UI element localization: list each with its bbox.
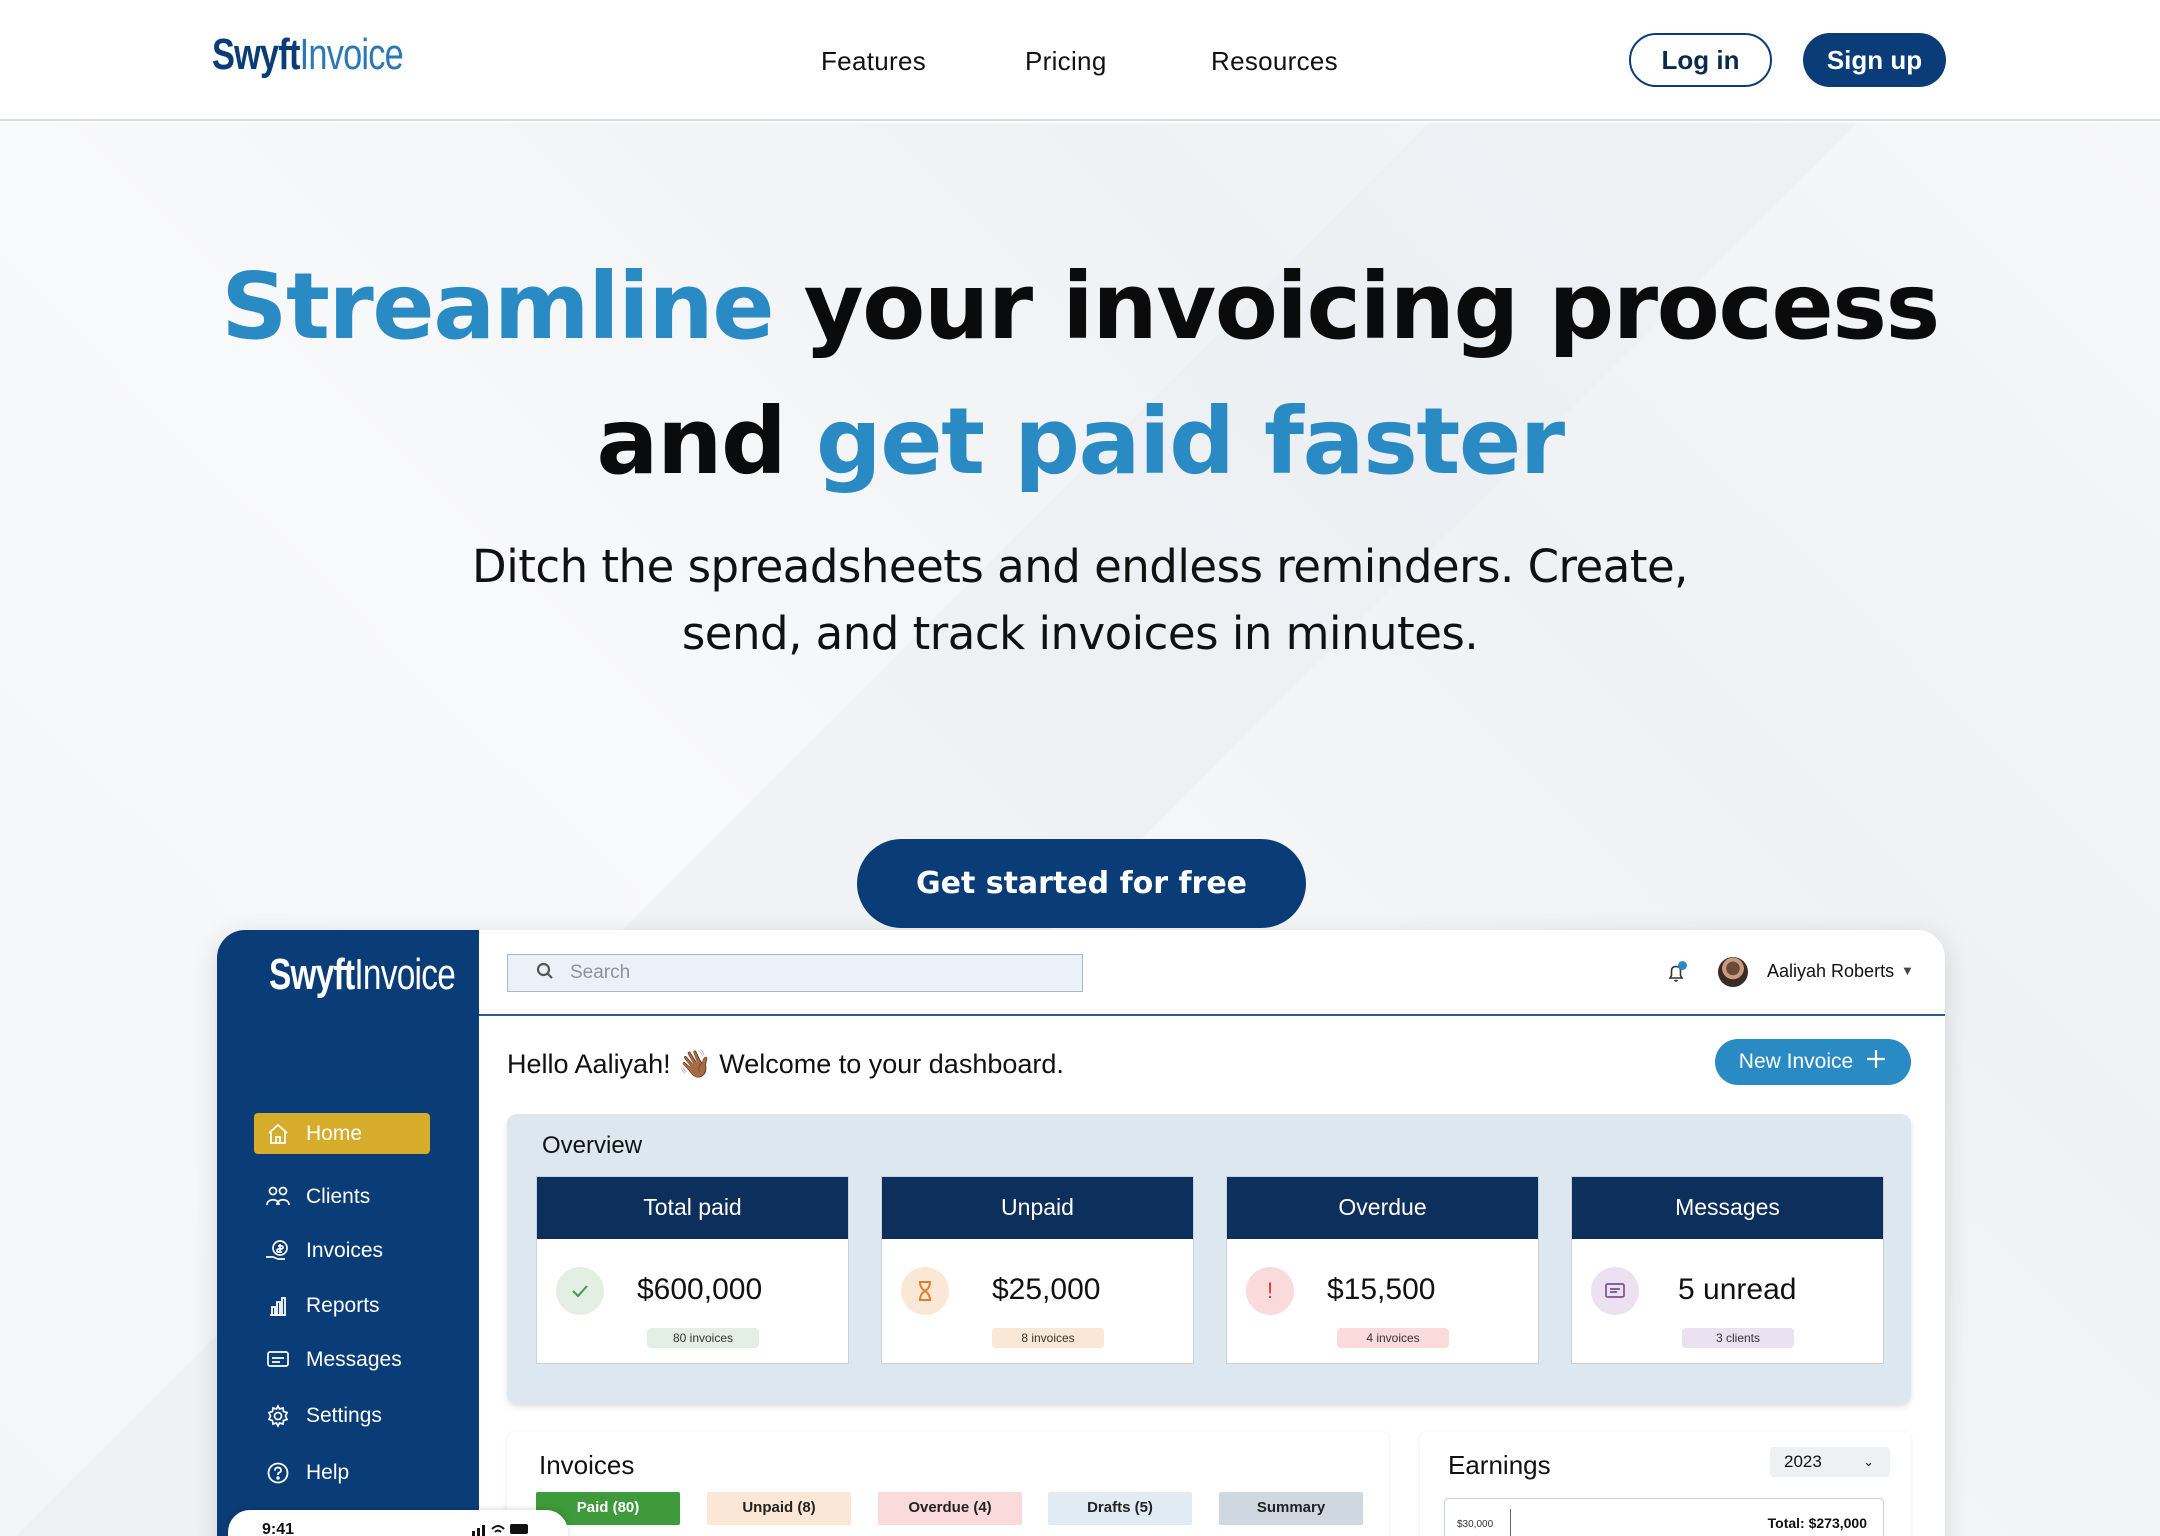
earnings-total: Total: $273,000 <box>1767 1515 1867 1531</box>
hero-headline-line-2: and get paid faster <box>0 388 2160 495</box>
card-title: Overdue <box>1227 1177 1538 1239</box>
card-count-badge: 4 invoices <box>1337 1328 1449 1348</box>
dashboard-greeting: Hello Aaliyah! 👋🏾 Welcome to your dashbo… <box>507 1049 1064 1079</box>
sidebar-item-label: Home <box>306 1121 363 1145</box>
user-avatar[interactable] <box>1718 957 1748 987</box>
search-input[interactable] <box>570 962 1050 984</box>
overview-panel: Overview Total paid $600,000 80 invoices… <box>507 1114 1911 1404</box>
login-button[interactable]: Log in <box>1629 33 1772 87</box>
chevron-down-icon[interactable]: ▼ <box>1901 963 1914 978</box>
invoices-title: Invoices <box>539 1450 635 1480</box>
card-value: $15,500 <box>1327 1273 1436 1306</box>
home-icon <box>264 1120 292 1148</box>
card-total-paid[interactable]: Total paid $600,000 80 invoices <box>536 1176 849 1364</box>
top-navigation: SwyftInvoice Features Pricing Resources … <box>0 0 2160 121</box>
card-value: $600,000 <box>637 1273 763 1306</box>
phone-time: 9:41 <box>262 1521 295 1536</box>
signup-button[interactable]: Sign up <box>1803 33 1946 87</box>
headline-highlight: get paid faster <box>815 388 1565 495</box>
users-icon <box>264 1183 292 1211</box>
topbar-divider <box>479 1014 1945 1016</box>
gear-icon <box>264 1402 292 1430</box>
card-unpaid[interactable]: Unpaid $25,000 8 invoices <box>881 1176 1194 1364</box>
sidebar-item-label: Help <box>306 1460 350 1484</box>
hero-headline-line-1: Streamline your invoicing process <box>0 253 2160 360</box>
sidebar-item-label: Invoices <box>306 1238 384 1262</box>
sidebar-item-label: Settings <box>306 1403 382 1427</box>
sidebar-item-help[interactable]: Help <box>254 1452 430 1493</box>
sidebar-item-messages[interactable]: Messages <box>254 1339 430 1380</box>
card-value: 5 unread <box>1678 1273 1797 1306</box>
notification-bell-icon[interactable] <box>1664 960 1690 986</box>
sidebar-item-label: Reports <box>306 1293 380 1317</box>
sidebar-item-reports[interactable]: Reports <box>254 1285 430 1326</box>
tab-summary[interactable]: Summary <box>1219 1492 1363 1525</box>
nav-link-resources[interactable]: Resources <box>1211 46 1338 77</box>
headline-text: your invoicing process <box>773 253 1941 360</box>
tab-unpaid[interactable]: Unpaid (8) <box>707 1492 851 1525</box>
chart-y-axis <box>1510 1509 1511 1536</box>
phone-mockup: 9:41 <box>228 1510 568 1536</box>
tab-drafts[interactable]: Drafts (5) <box>1048 1492 1192 1525</box>
card-messages[interactable]: Messages 5 unread 3 clients <box>1571 1176 1884 1364</box>
earnings-title: Earnings <box>1448 1450 1551 1480</box>
sidebar-item-home[interactable]: Home <box>254 1113 430 1154</box>
tab-overdue[interactable]: Overdue (4) <box>878 1492 1022 1525</box>
nav-link-pricing[interactable]: Pricing <box>1025 46 1107 77</box>
overview-title: Overview <box>542 1132 643 1159</box>
sidebar-item-invoices[interactable]: Invoices <box>254 1230 430 1271</box>
help-icon <box>264 1459 292 1487</box>
new-invoice-button[interactable]: New Invoice <box>1715 1039 1911 1085</box>
card-title: Unpaid <box>882 1177 1193 1239</box>
earnings-panel: Earnings 2023 ⌄ $30,000 Total: $273,000 <box>1420 1432 1911 1536</box>
brand-logo[interactable]: SwyftInvoice <box>212 30 404 80</box>
card-count-badge: 3 clients <box>1682 1328 1794 1348</box>
earnings-chart: $30,000 Total: $273,000 <box>1444 1498 1884 1536</box>
message-icon <box>264 1346 292 1374</box>
card-overdue[interactable]: Overdue ! $15,500 4 invoices <box>1226 1176 1539 1364</box>
card-count-badge: 80 invoices <box>647 1328 759 1348</box>
hero-subtext-line-1: Ditch the spreadsheets and endless remin… <box>472 540 1688 593</box>
card-value: $25,000 <box>992 1273 1101 1306</box>
sidebar-logo: SwyftInvoice <box>269 950 456 999</box>
bar-chart-icon <box>264 1292 292 1320</box>
invoices-panel: Invoices Paid (80) Unpaid (8) Overdue (4… <box>507 1432 1389 1536</box>
hero-subtext-line-2: send, and track invoices in minutes. <box>681 607 1479 660</box>
card-title: Messages <box>1572 1177 1883 1239</box>
headline-highlight: Streamline <box>221 253 774 360</box>
get-started-button[interactable]: Get started for free <box>857 839 1306 928</box>
plus-icon <box>1865 1048 1887 1076</box>
money-hand-icon <box>264 1237 292 1265</box>
year-select-value: 2023 <box>1784 1452 1822 1471</box>
chart-y-tick: $30,000 <box>1457 1519 1494 1530</box>
search-bar[interactable] <box>507 954 1083 992</box>
card-title: Total paid <box>537 1177 848 1239</box>
phone-status-icons <box>472 1522 532 1536</box>
sidebar-item-label: Messages <box>306 1347 402 1371</box>
headline-text: and <box>596 388 816 495</box>
new-invoice-label: New Invoice <box>1738 1050 1854 1073</box>
dashboard-sidebar: SwyftInvoice Home Clients Invoices Repor… <box>217 930 479 1536</box>
dashboard-preview: SwyftInvoice Home Clients Invoices Repor… <box>217 930 1945 1536</box>
sidebar-item-label: Clients <box>306 1184 371 1208</box>
chevron-down-icon: ⌄ <box>1863 1454 1874 1469</box>
search-icon <box>536 962 554 985</box>
card-count-badge: 8 invoices <box>992 1328 1104 1348</box>
sidebar-item-settings[interactable]: Settings <box>254 1395 430 1436</box>
sidebar-item-clients[interactable]: Clients <box>254 1176 430 1217</box>
nav-link-features[interactable]: Features <box>821 46 926 77</box>
user-name[interactable]: Aaliyah Roberts <box>1767 961 1894 982</box>
year-select[interactable]: 2023 ⌄ <box>1770 1447 1890 1477</box>
